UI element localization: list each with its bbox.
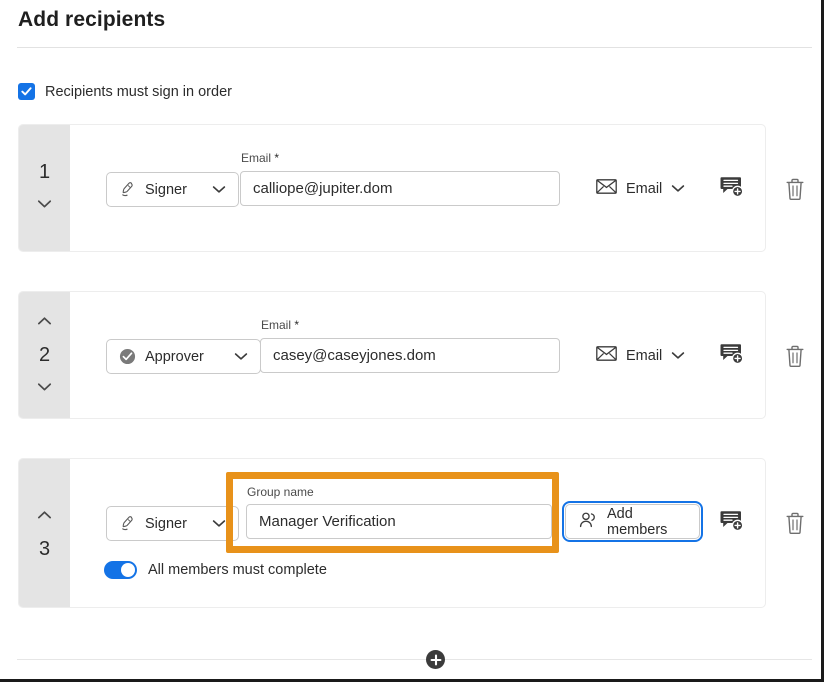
email-input-1[interactable]: calliope@jupiter.dom (240, 171, 560, 206)
add-private-message-icon (720, 343, 744, 365)
recipient-card-2: 2 Approver Email * (18, 291, 766, 419)
group-name-label: Group name (247, 485, 314, 499)
chevron-down-icon-role-1 (212, 181, 226, 199)
signature-pen-icon (119, 181, 136, 198)
recipient-order-column-1: 1 (19, 125, 70, 251)
trash-icon (785, 178, 805, 201)
role-label-3: Signer (145, 516, 203, 532)
recipient-number-3: 3 (39, 539, 50, 559)
delete-recipient-button-3[interactable] (783, 510, 807, 536)
role-label-2: Approver (145, 349, 225, 365)
move-up-icon-2[interactable] (37, 313, 52, 331)
chevron-down-icon-role-2 (234, 348, 248, 366)
trash-icon (785, 345, 805, 368)
required-indicator-2: * (294, 318, 299, 332)
envelope-icon-2 (596, 346, 617, 366)
page-title: Add recipients (18, 8, 165, 32)
envelope-icon-1 (596, 179, 617, 199)
all-members-must-complete-label: All members must complete (148, 562, 327, 578)
delete-recipient-button-1[interactable] (783, 176, 807, 202)
add-private-message-icon (720, 176, 744, 198)
required-indicator-1: * (274, 151, 279, 165)
email-label-1: Email * (241, 151, 279, 165)
role-dropdown-3[interactable]: Signer (106, 506, 239, 541)
move-down-icon-1[interactable] (37, 196, 52, 214)
email-label-2: Email * (261, 318, 299, 332)
add-private-message-button-3[interactable] (719, 509, 745, 533)
move-down-icon-2[interactable] (37, 379, 52, 397)
add-private-message-button-2[interactable] (719, 342, 745, 366)
delivery-method-dropdown-1[interactable]: Email (596, 179, 685, 199)
recipient-order-column-3: 3 (19, 459, 70, 607)
toggle-knob (121, 563, 135, 577)
delivery-method-dropdown-2[interactable]: Email (596, 346, 685, 366)
checkmark-icon (21, 86, 32, 97)
add-recipient-button[interactable] (426, 650, 445, 669)
group-name-input[interactable]: Manager Verification (246, 504, 552, 539)
add-private-message-button-1[interactable] (719, 175, 745, 199)
chevron-down-icon-role-3 (212, 515, 226, 533)
role-label-1: Signer (145, 182, 203, 198)
delete-recipient-button-2[interactable] (783, 343, 807, 369)
plus-circle-icon (430, 654, 442, 666)
recipient-number-1: 1 (39, 162, 50, 182)
all-members-must-complete-row[interactable]: All members must complete (104, 561, 327, 579)
recipient-card-3: 3 Signer Group name Manager Verification (18, 458, 766, 608)
delivery-label-2: Email (626, 348, 662, 364)
add-recipient-divider (17, 659, 812, 660)
sign-in-order-row[interactable]: Recipients must sign in order (18, 83, 232, 100)
add-recipients-panel: Add recipients Recipients must sign in o… (0, 0, 824, 682)
sign-in-order-checkbox[interactable] (18, 83, 35, 100)
trash-icon (785, 512, 805, 535)
card-actions-divider-1 (765, 125, 766, 252)
delivery-label-1: Email (626, 181, 662, 197)
signature-pen-icon (119, 515, 136, 532)
sign-in-order-label: Recipients must sign in order (45, 84, 232, 100)
move-up-icon-3[interactable] (37, 507, 52, 525)
chevron-down-icon-delivery-2 (671, 347, 685, 365)
chevron-down-icon-delivery-1 (671, 180, 685, 198)
add-private-message-icon (720, 510, 744, 532)
role-dropdown-1[interactable]: Signer (106, 172, 239, 207)
card-actions-divider-3 (765, 459, 766, 608)
all-members-must-complete-toggle[interactable] (104, 561, 137, 579)
recipient-number-2: 2 (39, 345, 50, 365)
role-dropdown-2[interactable]: Approver (106, 339, 261, 374)
recipient-order-column-2: 2 (19, 292, 70, 418)
title-divider (17, 47, 812, 48)
email-input-2[interactable]: casey@caseyjones.dom (260, 338, 560, 373)
add-members-focus-ring (562, 501, 703, 542)
check-circle-icon (119, 348, 136, 365)
recipient-card-1: 1 Signer Email (18, 124, 766, 252)
card-actions-divider-2 (765, 292, 766, 419)
